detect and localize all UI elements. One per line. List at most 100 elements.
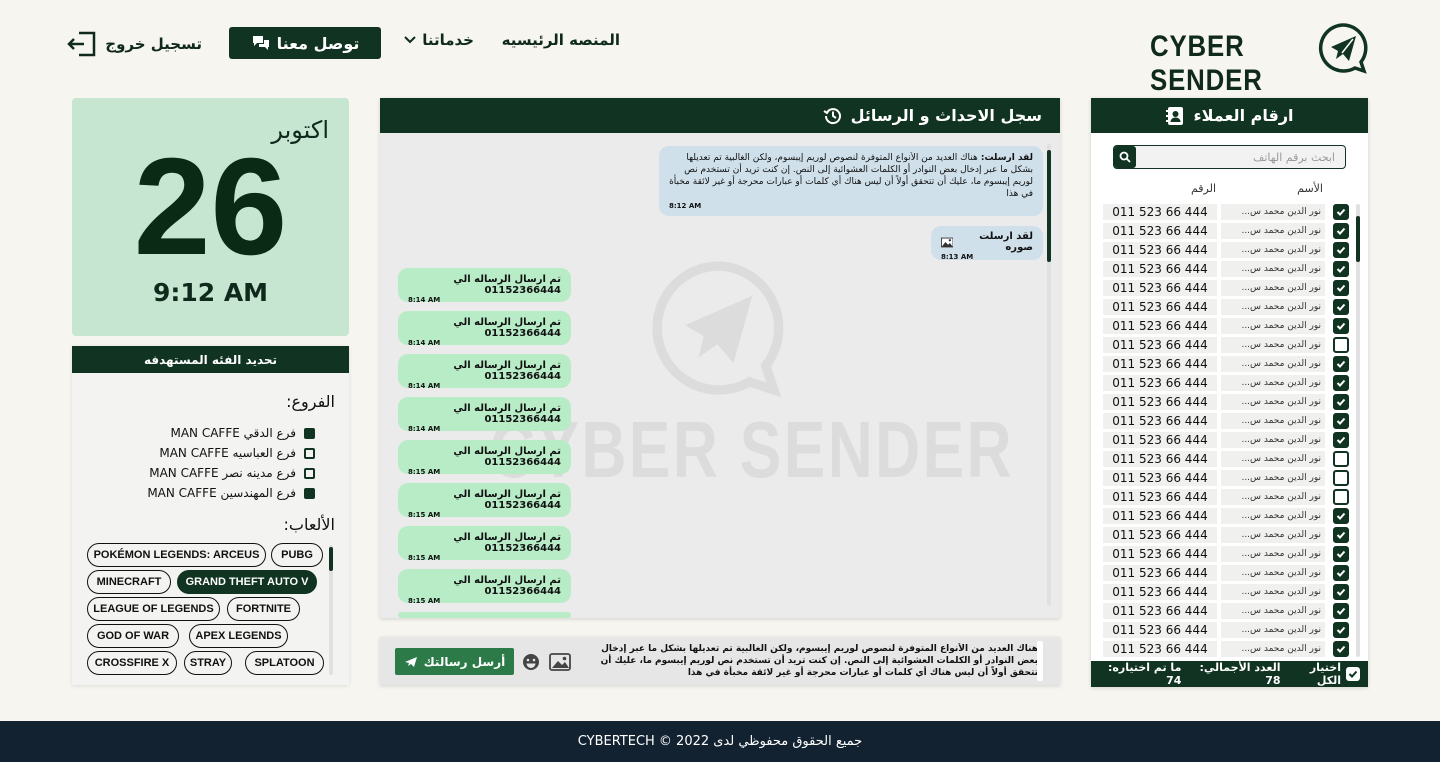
game-tag[interactable]: STRAY (184, 651, 232, 675)
row-checkbox[interactable] (1333, 375, 1349, 391)
table-row[interactable]: نور الدين محمد س... 011 523 66 444 (1099, 261, 1349, 277)
outgoing-message-bubble: تم ارسال الرساله الي 01152366444 8:15 AM (398, 440, 571, 476)
log-scroll-thumb[interactable] (1047, 150, 1051, 262)
table-row[interactable]: نور الدين محمد س... 011 523 66 444 (1099, 413, 1349, 429)
table-row[interactable]: نور الدين محمد س... 011 523 66 444 (1099, 641, 1349, 657)
branch-option[interactable]: فرع مدينه نصر MAN CAFFE (149, 466, 315, 480)
branch-checkbox[interactable] (304, 447, 315, 459)
emoji-icon (523, 654, 539, 670)
row-checkbox[interactable] (1333, 356, 1349, 372)
branch-option[interactable]: فرع العباسيه MAN CAFFE (159, 446, 315, 460)
nav-services[interactable]: خدماتنا (404, 31, 474, 49)
row-checkbox[interactable] (1333, 603, 1349, 619)
game-tag[interactable]: PUBG (271, 543, 323, 567)
row-checkbox[interactable] (1333, 546, 1349, 562)
row-checkbox[interactable] (1333, 451, 1349, 467)
table-row[interactable]: نور الدين محمد س... 011 523 66 444 (1099, 394, 1349, 410)
row-checkbox[interactable] (1333, 508, 1349, 524)
table-row[interactable]: نور الدين محمد س... 011 523 66 444 (1099, 584, 1349, 600)
table-row[interactable]: نور الدين محمد س... 011 523 66 444 (1099, 489, 1349, 505)
check-icon (1336, 607, 1346, 615)
composer-scrollbar[interactable] (1037, 641, 1043, 681)
branch-checkbox[interactable] (304, 487, 315, 499)
customers-scroll-thumb[interactable] (1356, 216, 1360, 262)
table-row[interactable]: نور الدين محمد س... 011 523 66 444 (1099, 356, 1349, 372)
row-checkbox[interactable] (1333, 527, 1349, 543)
check-icon (1336, 436, 1346, 444)
customer-number: 011 523 66 444 (1103, 565, 1217, 581)
table-row[interactable]: نور الدين محمد س... 011 523 66 444 (1099, 299, 1349, 315)
check-icon (1336, 227, 1346, 235)
row-checkbox[interactable] (1333, 489, 1349, 505)
game-tag[interactable]: POKÉMON LEGENDS: ARCEUS (87, 543, 266, 567)
games-scrollbar[interactable] (329, 545, 333, 675)
table-row[interactable]: نور الدين محمد س... 011 523 66 444 (1099, 565, 1349, 581)
table-row[interactable]: نور الدين محمد س... 011 523 66 444 (1099, 508, 1349, 524)
row-checkbox[interactable] (1333, 432, 1349, 448)
incoming-image-row: لقد ارسلت صوره (941, 231, 1033, 253)
nav-home[interactable]: المنصه الرئيسيه (502, 31, 620, 49)
game-tag[interactable]: GRAND THEFT AUTO V (177, 570, 317, 594)
attach-image-button[interactable] (549, 653, 571, 675)
search-button[interactable] (1114, 146, 1136, 168)
game-tag[interactable]: LEAGUE OF LEGENDS (87, 597, 220, 621)
game-tag[interactable]: CROSSFIRE X (87, 651, 177, 675)
filter-header: تحديد الفئه المستهدفه (72, 346, 349, 373)
send-message-button[interactable]: أرسل رسالتك (395, 648, 514, 675)
check-icon (1336, 284, 1346, 292)
row-checkbox[interactable] (1333, 622, 1349, 638)
table-row[interactable]: نور الدين محمد س... 011 523 66 444 (1099, 204, 1349, 220)
logo[interactable]: CYBER SENDER (1150, 22, 1370, 97)
table-row[interactable]: نور الدين محمد س... 011 523 66 444 (1099, 451, 1349, 467)
row-checkbox[interactable] (1333, 223, 1349, 239)
outgoing-message-bubble: تم ارسال الرساله الي 01152366444 8:15 AM (398, 483, 571, 519)
row-checkbox[interactable] (1333, 413, 1349, 429)
message-input[interactable]: هناك العديد من الأنواع المتوفرة لنصوص لو… (598, 643, 1038, 681)
branch-option[interactable]: فرع الدقي MAN CAFFE (170, 426, 315, 440)
table-row[interactable]: نور الدين محمد س... 011 523 66 444 (1099, 432, 1349, 448)
check-icon (1336, 645, 1346, 653)
row-checkbox[interactable] (1333, 242, 1349, 258)
select-all-checkbox[interactable] (1346, 667, 1360, 681)
row-checkbox[interactable] (1333, 204, 1349, 220)
row-checkbox[interactable] (1333, 641, 1349, 657)
game-tag[interactable]: APEX LEGENDS (189, 624, 288, 648)
row-checkbox[interactable] (1333, 584, 1349, 600)
table-row[interactable]: نور الدين محمد س... 011 523 66 444 (1099, 337, 1349, 353)
branch-checkbox[interactable] (304, 427, 315, 439)
customer-name: نور الدين محمد س... (1221, 356, 1325, 372)
customers-scrollbar[interactable] (1356, 204, 1360, 657)
table-row[interactable]: نور الدين محمد س... 011 523 66 444 (1099, 622, 1349, 638)
table-row[interactable]: نور الدين محمد س... 011 523 66 444 (1099, 223, 1349, 239)
table-row[interactable]: نور الدين محمد س... 011 523 66 444 (1099, 603, 1349, 619)
game-tag[interactable]: FORTNITE (227, 597, 300, 621)
branch-option[interactable]: فرع المهندسين MAN CAFFE (147, 486, 315, 500)
game-tag[interactable]: GOD OF WAR (87, 624, 179, 648)
row-checkbox[interactable] (1333, 280, 1349, 296)
row-checkbox[interactable] (1333, 337, 1349, 353)
select-all-control[interactable]: اختيار الكل (1291, 661, 1360, 687)
table-row[interactable]: نور الدين محمد س... 011 523 66 444 (1099, 280, 1349, 296)
row-checkbox[interactable] (1333, 261, 1349, 277)
game-tag[interactable]: SPLATOON (245, 651, 324, 675)
customer-name: نور الدين محمد س... (1221, 375, 1325, 391)
row-checkbox[interactable] (1333, 565, 1349, 581)
branch-checkbox[interactable] (304, 467, 315, 479)
emoji-button[interactable] (522, 653, 540, 675)
games-scroll-thumb[interactable] (329, 547, 333, 571)
log-scrollbar[interactable] (1047, 144, 1051, 606)
table-row[interactable]: نور الدين محمد س... 011 523 66 444 (1099, 242, 1349, 258)
logout-link[interactable]: تسجيل خروج (67, 31, 202, 57)
table-row[interactable]: نور الدين محمد س... 011 523 66 444 (1099, 375, 1349, 391)
table-row[interactable]: نور الدين محمد س... 011 523 66 444 (1099, 546, 1349, 562)
table-row[interactable]: نور الدين محمد س... 011 523 66 444 (1099, 470, 1349, 486)
row-checkbox[interactable] (1333, 470, 1349, 486)
contact-button[interactable]: توصل معنا (229, 27, 381, 59)
row-checkbox[interactable] (1333, 299, 1349, 315)
phone-search-input[interactable]: ابحث برقم الهاتف (1113, 145, 1346, 169)
game-tag[interactable]: MINECRAFT (87, 570, 171, 594)
table-row[interactable]: نور الدين محمد س... 011 523 66 444 (1099, 318, 1349, 334)
table-row[interactable]: نور الدين محمد س... 011 523 66 444 (1099, 527, 1349, 543)
row-checkbox[interactable] (1333, 318, 1349, 334)
row-checkbox[interactable] (1333, 394, 1349, 410)
